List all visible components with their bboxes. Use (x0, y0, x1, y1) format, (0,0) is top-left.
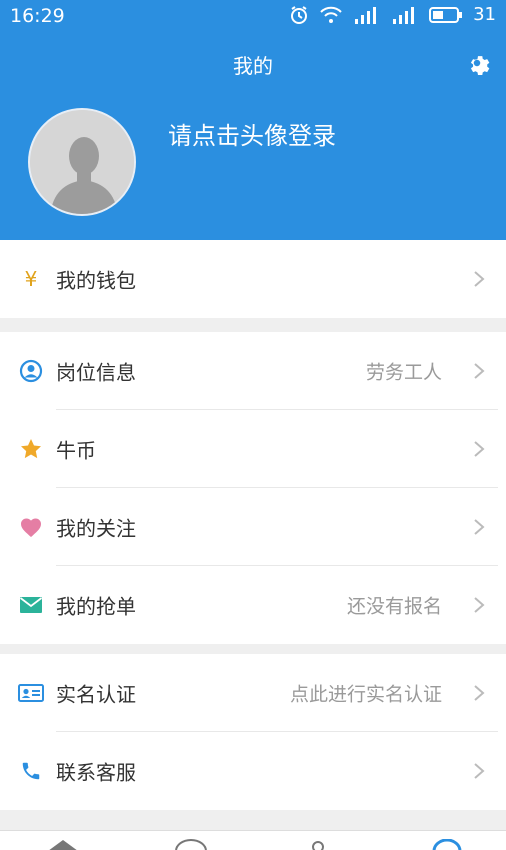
status-icons: 31 (289, 4, 496, 25)
menu-item-value: 劳务工人 (365, 361, 442, 384)
yen-icon: ¥ (24, 267, 38, 291)
menu-item-following[interactable]: 我的关注 (0, 488, 506, 566)
phone-icon (18, 758, 44, 784)
menu-item-real-name[interactable]: 实名认证 点此进行实名认证 (0, 654, 506, 732)
chevron-right-icon (474, 271, 485, 287)
avatar[interactable] (28, 108, 136, 216)
person-icon[interactable] (306, 839, 330, 850)
settings-gear-icon[interactable] (464, 50, 490, 76)
battery-level: 31 (473, 4, 496, 25)
page-title: 我的 (233, 54, 273, 78)
menu-item-niubi[interactable]: 牛币 (0, 410, 506, 488)
home-icon[interactable] (46, 839, 80, 850)
chevron-right-icon (474, 519, 485, 535)
bottom-navigation (0, 830, 506, 850)
wallet-group: ¥ 我的钱包 (0, 240, 506, 318)
menu-item-my-orders[interactable]: 我的抢单 还没有报名 (0, 566, 506, 644)
default-avatar-icon (30, 110, 134, 214)
profile-header: 16:29 31 我的 请点击头像登录 (0, 0, 506, 240)
chevron-right-icon (474, 363, 485, 379)
chevron-right-icon (474, 763, 485, 779)
alarm-icon (291, 5, 308, 24)
menu-item-customer-service[interactable]: 联系客服 (0, 732, 506, 810)
info-group: 岗位信息 劳务工人 牛币 我的关注 我的抢单 还没有报名 (0, 332, 506, 644)
status-bar: 16:29 31 (0, 0, 506, 32)
status-time: 16:29 (10, 5, 65, 27)
profile-tab-icon[interactable] (430, 839, 464, 850)
chevron-right-icon (474, 685, 485, 701)
chevron-right-icon (474, 597, 485, 613)
menu-item-label: 我的关注 (56, 516, 136, 541)
wifi-icon (320, 6, 342, 23)
star-icon (18, 436, 44, 462)
signal-4g-icon (355, 6, 377, 24)
menu-item-value: 点此进行实名认证 (289, 683, 442, 706)
message-icon[interactable] (174, 839, 208, 850)
battery-icon (429, 6, 463, 23)
id-card-icon (18, 680, 44, 706)
person-circle-icon (18, 358, 44, 384)
menu-item-wallet[interactable]: ¥ 我的钱包 (0, 240, 506, 318)
menu-item-job-info[interactable]: 岗位信息 劳务工人 (0, 332, 506, 410)
heart-icon (18, 514, 44, 540)
menu-item-value: 还没有报名 (346, 595, 442, 618)
menu-item-label: 实名认证 (56, 682, 136, 707)
menu-item-label: 岗位信息 (56, 360, 136, 385)
menu-item-label: 牛币 (56, 438, 96, 463)
signal-icon (393, 6, 415, 24)
chevron-right-icon (474, 441, 485, 457)
login-prompt[interactable]: 请点击头像登录 (168, 116, 336, 151)
account-group: 实名认证 点此进行实名认证 联系客服 (0, 654, 506, 810)
menu-item-label: 我的抢单 (56, 594, 136, 619)
menu-item-label: 联系客服 (56, 760, 136, 785)
menu-item-label: 我的钱包 (56, 268, 136, 293)
envelope-icon (18, 592, 44, 618)
